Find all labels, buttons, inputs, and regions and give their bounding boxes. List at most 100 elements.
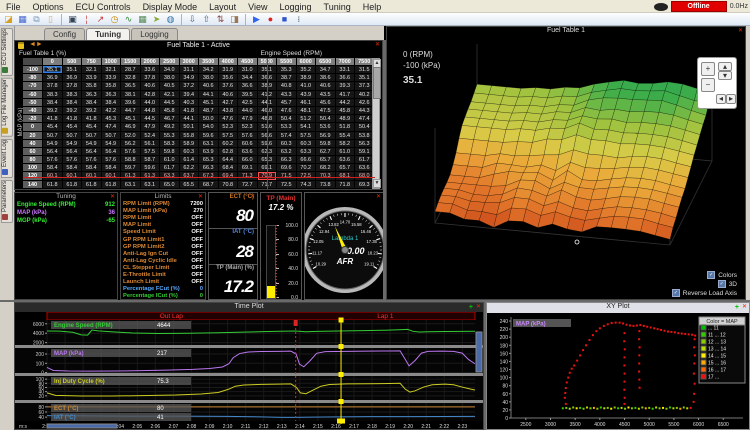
fuel-cell[interactable]: 63.1 [199,139,219,148]
fuel-cell[interactable]: 37.8 [43,82,63,91]
fuel-cell[interactable]: 57.6 [62,156,82,165]
fuel-cell[interactable]: 65.0 [160,180,180,189]
fuel-cell[interactable]: 38.4 [43,98,63,107]
fuel-cell[interactable]: 50.4 [316,115,336,124]
fuel-cell[interactable]: 60.3 [277,139,297,148]
rotate-down-button[interactable]: ▾ [718,71,732,80]
fuel-cell[interactable]: 31.9 [218,66,238,75]
fuel-cell[interactable]: 45.4 [62,123,82,132]
fuel-cell[interactable]: 36.6 [238,82,258,91]
ecu-sync-icon[interactable]: ⇅ [215,14,226,25]
fuel-cell[interactable]: 52.3 [238,123,258,132]
fuel-cell[interactable]: 65.5 [179,180,199,189]
fuel-cell[interactable]: 41.8 [43,115,63,124]
fuel-cell[interactable]: 61.4 [179,156,199,165]
fuel-cell[interactable]: 42.7 [218,98,238,107]
fuel-cell[interactable]: 38.4 [62,98,82,107]
fuel-cell[interactable]: 61.8 [82,180,102,189]
fuel-cell[interactable]: 51.2 [296,115,316,124]
add-channel-icon[interactable]: + [469,304,473,311]
fuel-cell[interactable]: 57.5 [218,131,238,140]
track-separator[interactable] [15,345,483,348]
fuel-cell[interactable]: 59.8 [160,147,180,157]
fuel-cell[interactable]: 43.8 [218,106,238,116]
track-separator[interactable] [15,373,483,376]
fuel-cell[interactable]: 73.8 [316,180,336,189]
fuel-cell[interactable]: 52.0 [121,131,141,140]
fuel-cell[interactable]: 47.6 [277,106,297,116]
fuel-cell[interactable]: 54.9 [101,139,121,148]
fuel-cell[interactable]: 46.1 [296,98,316,107]
fuel-cell[interactable]: 43.9 [296,90,316,99]
fuel-cell[interactable]: 44.5 [160,98,180,107]
open-file-icon[interactable]: ◪ [3,14,14,25]
fuel-cell[interactable]: 39.2 [43,106,63,116]
fuel-cell[interactable]: 34.9 [179,74,199,83]
fuel-cell[interactable]: 32.8 [121,74,141,83]
fuel-cell[interactable]: 48.1 [296,106,316,116]
fuel-cell[interactable]: 61.8 [62,180,82,189]
fuel-cell[interactable]: 60.6 [238,139,258,148]
fuel-cell[interactable]: 72.5 [277,180,297,189]
fuel-cell[interactable]: 57.6 [101,156,121,165]
fuel-cell[interactable]: 47.4 [101,123,121,132]
fuel-cell[interactable]: 53.6 [316,123,336,132]
fuel-cell[interactable]: 46.9 [121,123,141,132]
checkbox-icon[interactable]: ✓ [707,271,716,279]
fuel-cell[interactable]: 33.1 [335,66,355,75]
fuel-cell[interactable]: 33.9 [101,74,121,83]
fuel-cell[interactable]: 66.6 [296,156,316,165]
fuel-cell[interactable]: 40.6 [140,82,160,91]
play-icon[interactable]: ▶ [251,14,262,25]
fuel-cell[interactable]: 50.7 [101,131,121,140]
rotate-left-button[interactable]: ◂ [716,94,726,104]
tab-tuning[interactable]: Tuning [86,28,131,40]
fuel-cell[interactable]: 56.2 [121,139,141,148]
fuel-cell[interactable]: 59.6 [199,131,219,140]
fuel-cell[interactable]: 36.9 [43,74,63,83]
fuel-cell[interactable]: 50.7 [43,131,63,140]
fuel-cell[interactable]: 57.4 [277,131,297,140]
fuel-cell[interactable]: 34.2 [199,66,219,75]
screenshot-icon[interactable]: ▣ [67,14,78,25]
fuel-cell[interactable]: 40.3 [179,98,199,107]
fuel-cell[interactable]: 65.7 [335,164,355,173]
horizontal-scrollbar[interactable] [46,423,118,429]
scroll-down-icon[interactable]: ▼ [373,179,381,188]
menu-layout[interactable]: Layout [203,2,242,12]
ecu-read-icon[interactable]: ⇩ [187,14,198,25]
track-separator[interactable] [15,400,483,403]
cursor-handle[interactable] [338,317,344,323]
globe-icon[interactable]: ◍ [165,14,176,25]
fuel-cell[interactable]: 40.8 [277,82,297,91]
tab-logging[interactable]: Logging [131,28,178,40]
fuel-cell[interactable]: 49.2 [160,123,180,132]
clock-icon[interactable]: ◷ [109,14,120,25]
fuel-cell[interactable]: 57.6 [43,156,63,165]
fuel-cell[interactable]: 55.4 [335,131,355,140]
fuel-cell[interactable]: 57.6 [121,147,141,157]
cursor-handle[interactable] [337,418,346,424]
fuel-cell[interactable]: 68.2 [316,164,336,173]
fuel-cell[interactable]: 56.4 [101,147,121,157]
fuel-cell[interactable]: 63.6 [238,147,258,157]
fuel-cell[interactable]: 55.3 [160,131,180,140]
fuel-cell[interactable]: 33.9 [82,74,102,83]
fuel-cell[interactable]: 35.8 [82,82,102,91]
fuel-cell[interactable]: 61.7 [160,164,180,173]
fuel-cell[interactable]: 68.4 [218,164,238,173]
fuel-cell[interactable]: 60.3 [296,139,316,148]
clear-icon[interactable]: ◨ [229,14,240,25]
fuel-cell[interactable]: 45.3 [101,115,121,124]
new-page-icon[interactable]: ▯ [45,14,56,25]
fuel-cell[interactable]: 57.6 [82,156,102,165]
fuel-cell[interactable]: 50.1 [179,123,199,132]
fuel-cell[interactable]: 35.2 [296,66,316,75]
add-channel-icon[interactable]: + [735,304,739,311]
fuel-cell[interactable]: 31.1 [179,66,199,75]
fuel-cell[interactable]: 42.5 [238,98,258,107]
fuel-cell[interactable]: 40.6 [316,82,336,91]
fuel-cell[interactable]: 69.1 [238,164,258,173]
fuel-cell[interactable]: 45.4 [82,123,102,132]
fuel-cell[interactable]: 47.6 [218,115,238,124]
